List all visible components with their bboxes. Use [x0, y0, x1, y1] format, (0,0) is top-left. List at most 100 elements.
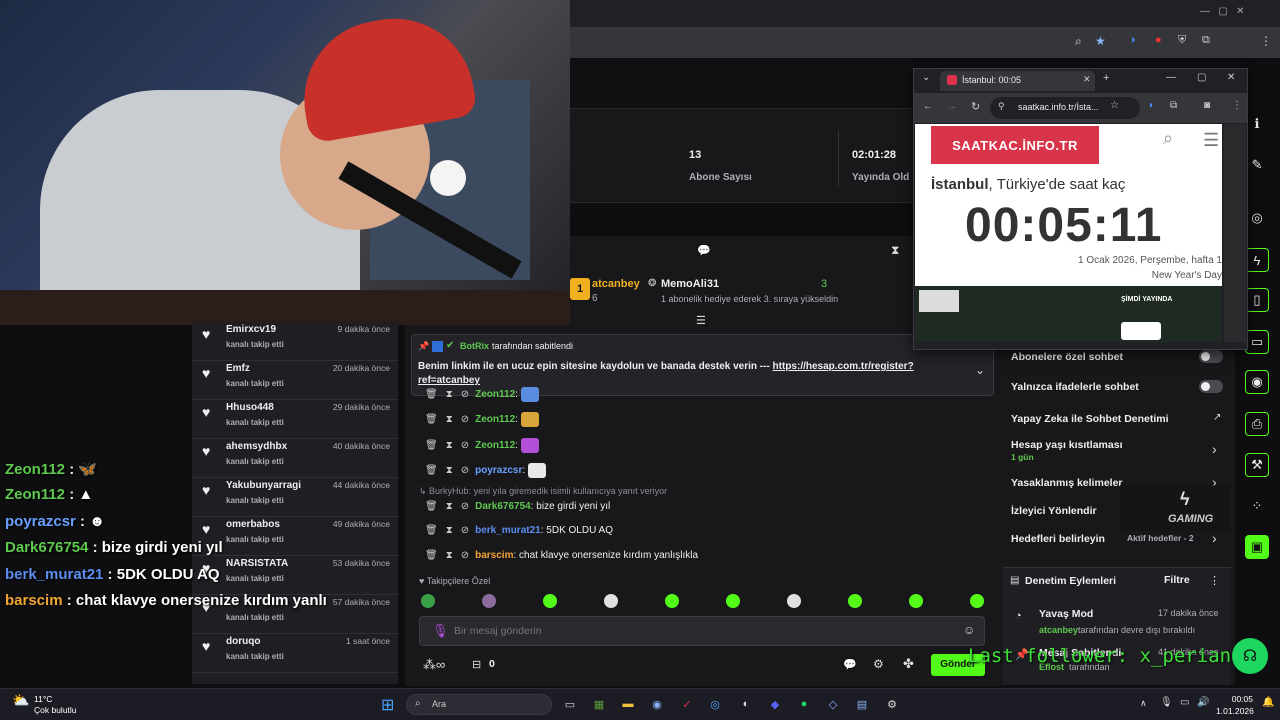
- ban-icon[interactable]: ⊘: [461, 440, 469, 451]
- setting-item[interactable]: Yapay Zeka ile Sohbet Denetimi: [1011, 413, 1169, 425]
- setting-item[interactable]: İzleyici Yönlendir: [1011, 505, 1097, 517]
- emoji-icon[interactable]: ☺: [963, 623, 975, 637]
- tray-chevron-icon[interactable]: ∧: [1140, 698, 1147, 709]
- ban-icon[interactable]: ⊘: [461, 414, 469, 425]
- follower-item[interactable]: ♥ ahemsydhbx kanalı takip etti 40 dakika ön…: [192, 439, 398, 478]
- notification-icon[interactable]: 🔔: [1262, 697, 1274, 708]
- tab-list-icon[interactable]: ⌄: [922, 72, 930, 83]
- mic-tray-icon[interactable]: 🎙: [1160, 697, 1173, 708]
- site-settings-icon[interactable]: ⚲: [998, 101, 1005, 112]
- window-controls[interactable]: — ▢ ✕: [1200, 6, 1245, 17]
- puzzle-piece-icon[interactable]: ✤: [903, 656, 914, 672]
- site-logo[interactable]: SAATKAC.İNFO.TR: [931, 126, 1099, 164]
- chat-username[interactable]: Zeon112: [475, 440, 515, 451]
- chat-username[interactable]: barscim: [475, 550, 513, 561]
- chat-icon[interactable]: 💬: [843, 658, 857, 671]
- ban-icon[interactable]: ⊘: [461, 501, 469, 512]
- clock-time[interactable]: 00:05: [1216, 694, 1253, 704]
- gifter2-name[interactable]: MemoAli31: [661, 278, 719, 290]
- chat-username[interactable]: poyrazcsr: [475, 465, 522, 476]
- reload-icon[interactable]: ↻: [971, 100, 980, 113]
- new-tab-icon[interactable]: +: [1103, 72, 1109, 84]
- follower-item[interactable]: ♥ NARSISTATA kanalı takip etti 53 dakika ön…: [192, 556, 398, 595]
- delete-icon[interactable]: 🗑: [425, 389, 438, 400]
- follower-name[interactable]: Hhuso448: [226, 402, 274, 413]
- follower-name[interactable]: omerbabos: [226, 519, 280, 530]
- setting-item[interactable]: Yalnızca ifadelerle sohbet: [1011, 381, 1139, 393]
- site-search-icon[interactable]: ⌕: [1163, 128, 1173, 149]
- volume-icon[interactable]: 🔊: [1197, 697, 1209, 708]
- minecraft-icon[interactable]: ▦: [590, 695, 608, 713]
- printer-icon[interactable]: ⎙: [1245, 412, 1269, 436]
- follower-item[interactable]: ♥ Hhuso448 kanalı takip etti 29 dakika önce: [192, 400, 398, 439]
- timeout-icon[interactable]: ⧗: [446, 501, 453, 512]
- emote-button[interactable]: [421, 594, 435, 608]
- follower-item[interactable]: ♥ doruqo kanalı takip etti 1 saat önce: [192, 634, 398, 673]
- record-dot-icon[interactable]: ◎: [1245, 206, 1269, 230]
- more-icon[interactable]: ⋮: [1209, 574, 1220, 587]
- kick-studio-icon[interactable]: ✓: [678, 695, 696, 713]
- message-icon[interactable]: ▭: [1245, 330, 1269, 354]
- windows-start-icon[interactable]: ⊞: [381, 695, 394, 715]
- delete-icon[interactable]: 🗑: [425, 525, 438, 536]
- maximize-icon[interactable]: ▢: [1197, 72, 1206, 83]
- zoom-icon[interactable]: ⌕: [1075, 34, 1082, 49]
- chat-username[interactable]: Dark676754: [475, 501, 531, 512]
- menu-dots-icon[interactable]: ⋮: [1260, 34, 1272, 48]
- emote-only-toggle[interactable]: [1199, 380, 1223, 393]
- extension-icon[interactable]: ◗: [1130, 34, 1137, 46]
- ext-icon[interactable]: ◗: [1148, 100, 1154, 111]
- follower-item[interactable]: ♥ Yakubunyarragi kanalı takip etti 44 dakik…: [192, 478, 398, 517]
- timeout-icon[interactable]: ⧗: [446, 550, 453, 561]
- back-icon[interactable]: ←: [923, 101, 933, 112]
- setting-item[interactable]: Abonelere özel sohbet: [1011, 351, 1123, 363]
- emote-button[interactable]: [482, 594, 496, 608]
- follower-name[interactable]: Emirxcv19: [226, 324, 276, 335]
- popup-scrollbar[interactable]: [1224, 124, 1246, 342]
- delete-icon[interactable]: 🗑: [425, 440, 438, 451]
- popup-tab[interactable]: İstanbul: 00:05 ✕: [940, 71, 1095, 91]
- wrench-icon[interactable]: ⚒: [1245, 453, 1269, 477]
- site-menu-icon[interactable]: ☰: [1203, 130, 1219, 151]
- ban-icon[interactable]: ⊘: [461, 389, 469, 400]
- popup-menu-icon[interactable]: ⋮: [1232, 100, 1242, 111]
- gift-box-icon[interactable]: ⊟: [472, 658, 481, 671]
- emote-button[interactable]: [604, 594, 618, 608]
- clock-date[interactable]: 1.01.2026: [1216, 706, 1254, 716]
- chrome-icon[interactable]: ◎: [706, 695, 724, 713]
- puzzle-icon[interactable]: ⧉: [1202, 34, 1210, 47]
- notepad-icon[interactable]: ▤: [853, 695, 871, 713]
- follower-name[interactable]: Yakubunyarragi: [226, 480, 301, 491]
- follower-name[interactable]: NARSISTATA: [226, 558, 288, 569]
- taskbar-search[interactable]: ⌕ Ara: [406, 694, 552, 715]
- bookmark-icon[interactable]: ☆: [1110, 100, 1119, 111]
- lightning-icon[interactable]: ϟ: [1245, 248, 1269, 272]
- timeout-icon[interactable]: ⧗: [446, 414, 453, 425]
- emote-button[interactable]: [787, 594, 801, 608]
- close-tab-icon[interactable]: ✕: [1083, 74, 1091, 85]
- message-text-field[interactable]: [454, 622, 934, 640]
- chevron-right-icon[interactable]: ›: [1212, 441, 1217, 457]
- subscriber-chat-toggle[interactable]: [1199, 350, 1223, 363]
- timeout-icon[interactable]: ⧗: [446, 525, 453, 536]
- emote-button[interactable]: [665, 594, 679, 608]
- follower-item[interactable]: ♥ Emirxcv19 kanalı takip etti 9 dakika önce: [192, 322, 398, 361]
- info-icon[interactable]: ℹ: [1245, 112, 1269, 136]
- discord-icon[interactable]: ◆: [766, 695, 784, 713]
- github-icon[interactable]: ◐: [737, 695, 755, 713]
- forward-icon[interactable]: →: [947, 101, 957, 112]
- follower-item[interactable]: ♥ Emfz kanalı takip etti 20 dakika önce: [192, 361, 398, 400]
- bookmark-star-icon[interactable]: ★: [1095, 34, 1106, 48]
- external-link-icon[interactable]: ↗: [1213, 412, 1221, 423]
- timeout-icon[interactable]: ⧗: [446, 465, 453, 476]
- chat-username[interactable]: berk_murat21: [475, 525, 541, 536]
- delete-icon[interactable]: 🗑: [425, 465, 438, 476]
- ban-icon[interactable]: ⊘: [461, 550, 469, 561]
- network-icon[interactable]: ▭: [1180, 697, 1189, 708]
- popup-url[interactable]: saatkac.info.tr/İsta...: [1018, 102, 1099, 112]
- delete-icon[interactable]: 🗑: [425, 414, 438, 425]
- delete-icon[interactable]: 🗑: [425, 501, 438, 512]
- follower-name[interactable]: ahemsydhbx: [226, 441, 287, 452]
- document-icon[interactable]: ▯: [1245, 288, 1269, 312]
- ban-icon[interactable]: ⊘: [461, 525, 469, 536]
